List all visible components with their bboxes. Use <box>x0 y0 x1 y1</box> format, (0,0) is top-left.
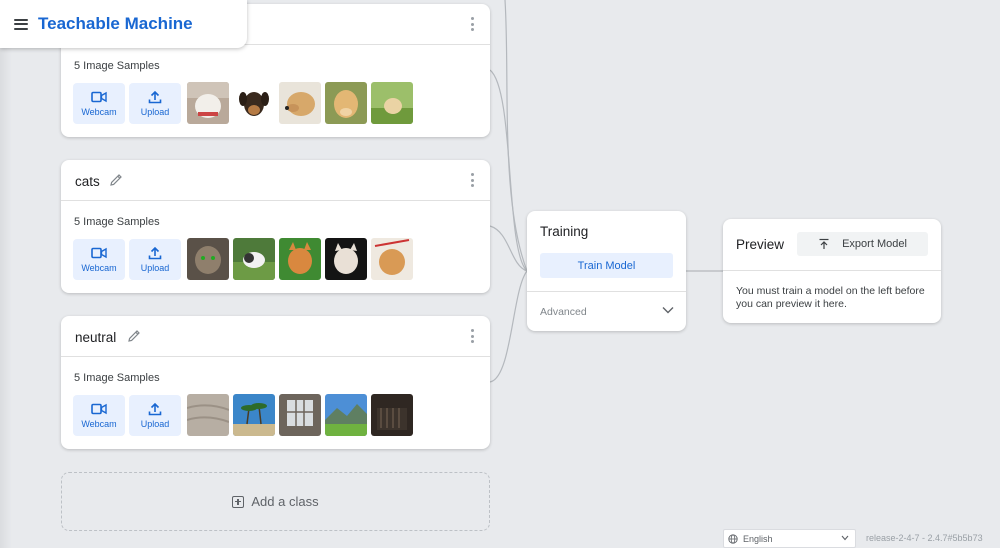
preview-title: Preview <box>736 237 785 252</box>
webcam-label: Webcam <box>81 106 117 117</box>
hamburger-menu-icon[interactable] <box>14 18 28 30</box>
upload-button[interactable]: Upload <box>129 394 181 436</box>
class-card-header: neutral <box>61 316 490 357</box>
app-header: Teachable Machine <box>0 0 247 48</box>
add-box-icon <box>232 495 245 508</box>
chevron-down-icon <box>841 535 849 541</box>
upload-icon <box>148 90 162 103</box>
sample-thumbnail[interactable] <box>279 394 321 436</box>
advanced-toggle[interactable]: Advanced <box>527 292 686 331</box>
app-title[interactable]: Teachable Machine <box>38 14 193 34</box>
sample-thumbnail[interactable] <box>233 238 275 280</box>
class-name[interactable]: neutral <box>75 330 116 345</box>
export-model-label: Export Model <box>842 238 907 250</box>
upload-label: Upload <box>140 106 170 117</box>
video-camera-icon <box>91 247 107 258</box>
sample-actions: Webcam Upload <box>73 82 413 124</box>
training-card: Training Train Model Advanced <box>527 211 686 331</box>
more-options-icon[interactable] <box>470 329 474 343</box>
sample-thumbnail[interactable] <box>187 394 229 436</box>
sample-thumbnails <box>187 394 413 436</box>
samples-count: 5 Image Samples <box>74 60 160 72</box>
sample-thumbnail[interactable] <box>187 238 229 280</box>
webcam-button[interactable]: Webcam <box>73 82 125 124</box>
sample-actions: Webcam Upload <box>73 394 413 436</box>
video-camera-icon <box>91 91 107 102</box>
sample-thumbnail[interactable] <box>325 238 367 280</box>
samples-count: 5 Image Samples <box>74 372 160 384</box>
samples-count: 5 Image Samples <box>74 216 160 228</box>
sample-thumbnail[interactable] <box>279 238 321 280</box>
class-name[interactable]: cats <box>75 174 100 189</box>
training-title: Training <box>540 224 589 239</box>
upload-button[interactable]: Upload <box>129 82 181 124</box>
video-camera-icon <box>91 403 107 414</box>
sample-actions: Webcam Upload <box>73 238 413 280</box>
left-edge-shadow <box>0 0 12 548</box>
globe-icon <box>728 533 738 544</box>
class-card-header: cats <box>61 160 490 201</box>
export-icon <box>819 238 829 249</box>
pencil-icon[interactable] <box>126 328 142 344</box>
language-value: English <box>743 533 773 544</box>
webcam-label: Webcam <box>81 418 117 429</box>
webcam-button[interactable]: Webcam <box>73 238 125 280</box>
upload-button[interactable]: Upload <box>129 238 181 280</box>
webcam-button[interactable]: Webcam <box>73 394 125 436</box>
advanced-label: Advanced <box>540 306 587 318</box>
sample-thumbnail[interactable] <box>371 238 413 280</box>
export-model-button[interactable]: Export Model <box>797 232 928 256</box>
chevron-down-icon <box>662 307 674 314</box>
train-model-button[interactable]: Train Model <box>540 253 673 278</box>
sample-thumbnail[interactable] <box>233 394 275 436</box>
sample-thumbnail[interactable] <box>371 394 413 436</box>
more-options-icon[interactable] <box>470 173 474 187</box>
upload-icon <box>148 246 162 259</box>
sample-thumbnail[interactable] <box>233 82 275 124</box>
preview-card: Preview Export Model You must train a mo… <box>723 219 941 323</box>
preview-message: You must train a model on the left befor… <box>736 285 925 310</box>
upload-label: Upload <box>140 418 170 429</box>
webcam-label: Webcam <box>81 262 117 273</box>
more-options-icon[interactable] <box>470 17 474 31</box>
sample-thumbnail[interactable] <box>325 82 367 124</box>
upload-icon <box>148 402 162 415</box>
add-class-button[interactable]: Add a class <box>61 472 490 531</box>
sample-thumbnails <box>187 82 413 124</box>
class-card-cats: cats 5 Image Samples Webcam Upload <box>61 160 490 293</box>
sample-thumbnails <box>187 238 413 280</box>
class-card-neutral: neutral 5 Image Samples Webcam Upload <box>61 316 490 449</box>
sample-thumbnail[interactable] <box>279 82 321 124</box>
pencil-icon[interactable] <box>108 172 124 188</box>
release-version: release-2-4-7 - 2.4.7#5b5b73 <box>866 533 983 543</box>
sample-thumbnail[interactable] <box>187 82 229 124</box>
sample-thumbnail[interactable] <box>371 82 413 124</box>
sample-thumbnail[interactable] <box>325 394 367 436</box>
add-class-label: Add a class <box>251 494 319 509</box>
divider <box>723 270 941 271</box>
language-select[interactable]: English <box>723 529 856 548</box>
upload-label: Upload <box>140 262 170 273</box>
